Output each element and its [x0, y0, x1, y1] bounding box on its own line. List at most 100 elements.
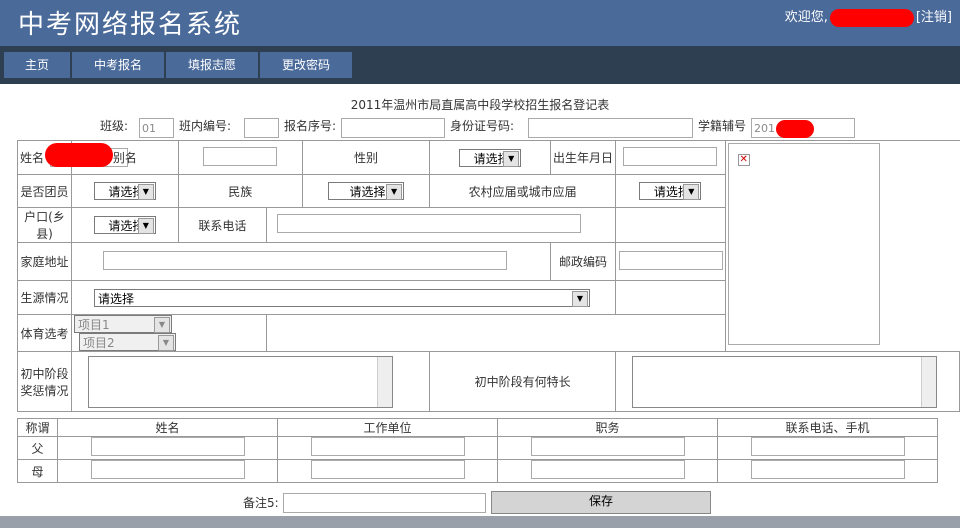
pe-select-2[interactable]: 项目2 ▼	[79, 333, 176, 351]
alias-field[interactable]	[203, 146, 278, 166]
ethnicity-select[interactable]: 请选择 ▼	[328, 182, 405, 200]
scrollbar[interactable]	[377, 356, 392, 407]
father-label: 父	[17, 436, 58, 460]
father-name-cell	[57, 436, 278, 460]
graduate-type-cell: 请选择 ▼	[614, 174, 726, 208]
postcode-label: 邮政编码	[550, 242, 616, 281]
hukou-cell: 请选择 ▼	[71, 207, 179, 243]
mother-name-cell	[57, 459, 278, 483]
address-cell	[70, 242, 552, 281]
father-position-field[interactable]	[530, 437, 685, 456]
mother-phone-field[interactable]	[750, 460, 905, 479]
pe-label: 体育选考	[17, 314, 72, 352]
ethnicity-cell: 请选择 ▼	[301, 174, 431, 208]
awards-label: 初中阶段奖惩情况	[17, 351, 72, 412]
talents-label: 初中阶段有何特长	[429, 351, 616, 412]
registration-table: 姓名 别名 性别 请选择 ▼ 出生年月日 ✕ 是否团员 请选择 ▼ 民族 请选择 ▼ …	[17, 140, 960, 412]
remark-label: 备注5:	[243, 496, 279, 510]
chevron-down-icon: ▼	[386, 184, 403, 200]
phone-field[interactable]	[277, 214, 582, 233]
hukou-label: 户口(乡县)	[17, 207, 72, 243]
chevron-down-icon: ▼	[137, 218, 154, 234]
graduate-type-select[interactable]: 请选择 ▼	[639, 182, 702, 200]
address-label: 家庭地址	[17, 242, 72, 281]
reg-no-field[interactable]	[341, 118, 445, 138]
class-field[interactable]	[139, 118, 174, 138]
alias-cell	[177, 140, 303, 175]
welcome-text: 欢迎您,	[784, 10, 828, 25]
origin-select[interactable]: 请选择 ▼	[94, 288, 590, 307]
pe-select-1[interactable]: 项目1 ▼	[74, 315, 172, 333]
chevron-down-icon: ▼	[503, 150, 520, 167]
address-field[interactable]	[103, 250, 507, 270]
chevron-down-icon: ▼	[158, 335, 174, 351]
birth-cell	[614, 140, 726, 175]
chevron-down-icon: ▼	[683, 184, 700, 200]
welcome-area: 欢迎您, [注销]	[785, 6, 952, 27]
logout-bracket-close: ]	[946, 10, 952, 25]
logout-link[interactable]: 注销	[921, 10, 947, 25]
photo-frame: ✕	[727, 143, 880, 345]
league-select[interactable]: 请选择 ▼	[93, 182, 156, 200]
birth-field[interactable]	[623, 146, 718, 166]
redacted-username	[829, 8, 914, 27]
mother-name-field[interactable]	[90, 460, 245, 479]
footer-bar	[0, 516, 960, 528]
mother-label: 母	[17, 459, 58, 483]
nav-register[interactable]: 中考报名	[72, 52, 164, 78]
parents-table: 称谓 姓名 工作单位 职务 联系电话、手机 父 母	[17, 418, 938, 483]
pe-select-2-value: 项目2	[83, 336, 115, 350]
father-name-field[interactable]	[90, 437, 245, 456]
parents-header-position: 职务	[497, 418, 718, 437]
app-title: 中考网络报名系统	[18, 10, 243, 40]
origin-select-value: 请选择	[98, 291, 135, 306]
postcode-cell	[614, 242, 726, 281]
origin-spacer	[614, 280, 726, 315]
graduate-type-label: 农村应届或城市应届	[429, 174, 616, 208]
remark-field[interactable]	[283, 493, 486, 513]
chevron-down-icon: ▼	[572, 290, 588, 307]
class-no-label: 班内编号:	[179, 119, 232, 133]
mother-position-field[interactable]	[530, 460, 685, 479]
nav-change-password[interactable]: 更改密码	[260, 52, 352, 78]
hukou-select[interactable]: 请选择 ▼	[93, 216, 156, 234]
pe-spacer	[266, 314, 726, 352]
name-label: 姓名	[20, 151, 45, 165]
talents-textarea[interactable]	[631, 355, 937, 408]
father-workplace-cell	[277, 436, 498, 460]
broken-image-icon: ✕	[737, 154, 750, 166]
pe-select-1-value: 项目1	[78, 318, 110, 332]
ethnicity-select-value: 请选择	[349, 185, 386, 199]
awards-textarea[interactable]	[88, 355, 393, 408]
parents-header-relation: 称谓	[17, 418, 58, 437]
form-title: 2011年温州市局直属高中段学校招生报名登记表	[350, 98, 610, 112]
mother-workplace-field[interactable]	[310, 460, 465, 479]
nav-preferences[interactable]: 填报志愿	[166, 52, 258, 78]
postcode-field[interactable]	[618, 250, 723, 270]
reg-no-label: 报名序号:	[284, 119, 337, 133]
save-button[interactable]: 保存	[491, 491, 711, 514]
phone-spacer	[614, 207, 726, 243]
ethnicity-label: 民族	[177, 174, 303, 208]
parents-header-phone: 联系电话、手机	[717, 418, 938, 437]
scrollbar[interactable]	[920, 356, 936, 407]
parents-header-workplace: 工作单位	[277, 418, 498, 437]
nav-home[interactable]: 主页	[4, 52, 70, 78]
origin-cell: 请选择 ▼	[71, 280, 616, 315]
app-header: 中考网络报名系统 欢迎您, [注销]	[0, 0, 960, 46]
father-phone-field[interactable]	[750, 437, 905, 456]
birth-label: 出生年月日	[550, 140, 616, 175]
parents-header-name: 姓名	[57, 418, 278, 437]
chevron-down-icon: ▼	[137, 184, 154, 200]
father-workplace-field[interactable]	[310, 437, 465, 456]
chevron-down-icon: ▼	[154, 317, 170, 333]
pe-cell: 项目1 ▼ 项目2 ▼	[70, 314, 268, 352]
redacted-student-id	[776, 120, 814, 138]
gender-select[interactable]: 请选择 ▼	[459, 148, 522, 167]
student-id-label: 学籍辅号	[698, 119, 747, 133]
idcard-field[interactable]	[528, 118, 693, 138]
redacted-name	[45, 143, 113, 167]
father-phone-cell	[717, 436, 938, 460]
class-no-field[interactable]	[244, 118, 279, 138]
origin-label: 生源情况	[17, 280, 72, 315]
